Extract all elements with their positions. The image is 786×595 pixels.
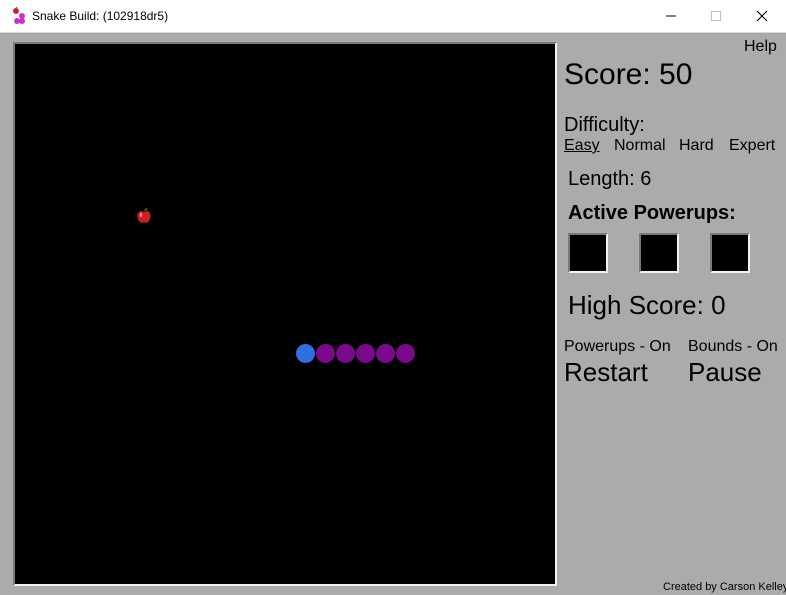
maximize-icon [711,11,721,21]
difficulty-expert[interactable]: Expert [729,137,775,155]
difficulty-hard[interactable]: Hard [679,137,714,155]
credit-text: Created by Carson Kelley [663,581,786,593]
active-powerups-heading: Active Powerups: [568,202,736,224]
snake-body-segment [316,344,335,363]
powerup-slot [639,233,679,273]
high-score-label: High Score: 0 [568,290,726,320]
bounds-toggle[interactable]: Bounds - On [688,338,778,356]
close-button[interactable] [739,0,785,32]
snake-body-segment [396,344,415,363]
difficulty-easy[interactable]: Easy [564,137,600,155]
snake-body-segment [356,344,375,363]
difficulty-label: Difficulty: [564,114,645,136]
snake-body-segment [376,344,395,363]
game-board[interactable] [13,42,557,586]
help-link[interactable]: Help [744,38,777,56]
pause-button[interactable]: Pause [688,357,762,388]
close-icon [756,10,768,22]
difficulty-normal[interactable]: Normal [614,137,666,155]
snake-body-segment [336,344,355,363]
score-label: Score: 50 [564,58,693,91]
maximize-button[interactable] [693,0,739,32]
snake-head [296,344,315,363]
window-title: Snake Build: (102918dr5) [32,9,169,23]
powerup-slot [568,233,608,273]
minimize-icon [666,15,676,17]
minimize-button[interactable] [648,0,694,32]
apple-icon [137,208,151,223]
powerups-toggle[interactable]: Powerups - On [564,338,671,356]
title-bar: Snake Build: (102918dr5) [0,0,786,33]
snake-app-icon [13,7,25,24]
restart-button[interactable]: Restart [564,357,648,388]
length-label: Length: 6 [568,168,652,190]
powerup-slot [710,233,750,273]
